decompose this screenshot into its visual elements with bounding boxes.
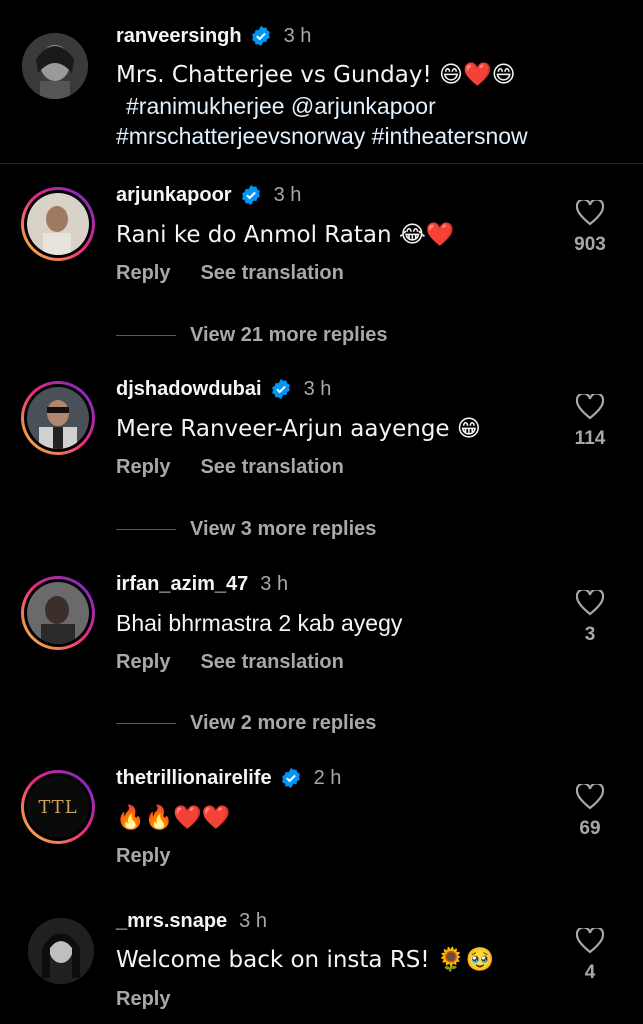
reply-button[interactable]: Reply [116,262,170,285]
verified-badge-icon [281,767,300,789]
view-more-replies[interactable]: View 21 more replies [116,324,388,347]
like-count: 114 [574,428,606,449]
comment-username[interactable]: djshadowdubai [116,377,262,401]
comment-username[interactable]: thetrillionairelife [116,766,272,790]
comment-text: 🔥🔥❤️❤️ [116,805,231,831]
heart-icon[interactable] [576,394,604,420]
view-more-label[interactable]: View 3 more replies [190,518,376,541]
view-more-label[interactable]: View 21 more replies [190,324,388,347]
avatar[interactable] [21,576,95,650]
see-translation-button[interactable]: See translation [200,456,343,479]
avatar[interactable] [21,187,95,261]
comment-timestamp: 3 h [260,573,289,595]
comment-text: Mere Ranveer-Arjun aayenge 😁 [116,416,481,442]
like-count: 903 [574,234,606,255]
comment-text: Welcome back on insta RS! 🌻🥹 [116,947,495,973]
comment-username[interactable]: arjunkapoor [116,183,232,207]
comment-text: Rani ke do Anmol Ratan 😂❤️ [116,222,455,248]
caption-line-2[interactable]: #ranimukherjee @arjunkapoor [126,91,436,121]
reply-button[interactable]: Reply [116,651,170,674]
verified-badge-icon [251,25,270,47]
heart-icon[interactable] [576,590,604,616]
caption-timestamp: 3 h [283,25,312,47]
post-caption: ranveersingh 3 h Mrs. Chatterjee vs Gund… [0,0,643,164]
caption-username[interactable]: ranveersingh [116,24,242,48]
see-translation-button[interactable]: See translation [200,651,343,674]
comment-timestamp: 3 h [273,184,302,206]
divider [116,723,176,724]
divider [116,529,176,530]
view-more-label[interactable]: View 2 more replies [190,712,376,735]
reply-button[interactable]: Reply [116,845,170,868]
view-more-replies[interactable]: View 2 more replies [116,712,376,735]
see-translation-button[interactable]: See translation [200,262,343,285]
ranveersingh-avatar[interactable] [22,33,88,99]
reply-button[interactable]: Reply [116,988,170,1011]
comment-timestamp: 3 h [303,378,332,400]
comment-username[interactable]: _mrs.snape [116,909,227,933]
comment-timestamp: 3 h [239,910,267,932]
avatar[interactable] [21,381,95,455]
like-count: 4 [584,962,596,983]
reply-button[interactable]: Reply [116,456,170,479]
caption-line-1: Mrs. Chatterjee vs Gunday! 😄❤️😄 [116,62,516,88]
comment-username[interactable]: irfan_azim_47 [116,572,248,596]
verified-badge-icon [271,378,290,400]
comment-timestamp: 2 h [313,767,342,789]
avatar[interactable]: TTL [21,770,95,844]
heart-icon[interactable] [576,928,604,954]
heart-icon[interactable] [576,200,604,226]
verified-badge-icon [241,184,260,206]
ttl-logo-text: TTL [38,796,78,818]
heart-icon[interactable] [576,784,604,810]
like-count: 3 [584,624,596,645]
avatar[interactable] [28,918,94,984]
divider [116,335,176,336]
like-count: 69 [579,818,601,839]
comment-text: Bhai bhrmastra 2 kab ayegy [116,610,403,636]
view-more-replies[interactable]: View 3 more replies [116,518,376,541]
caption-line-3[interactable]: #mrschatterjeevsnorway #intheatersnow [116,121,528,151]
